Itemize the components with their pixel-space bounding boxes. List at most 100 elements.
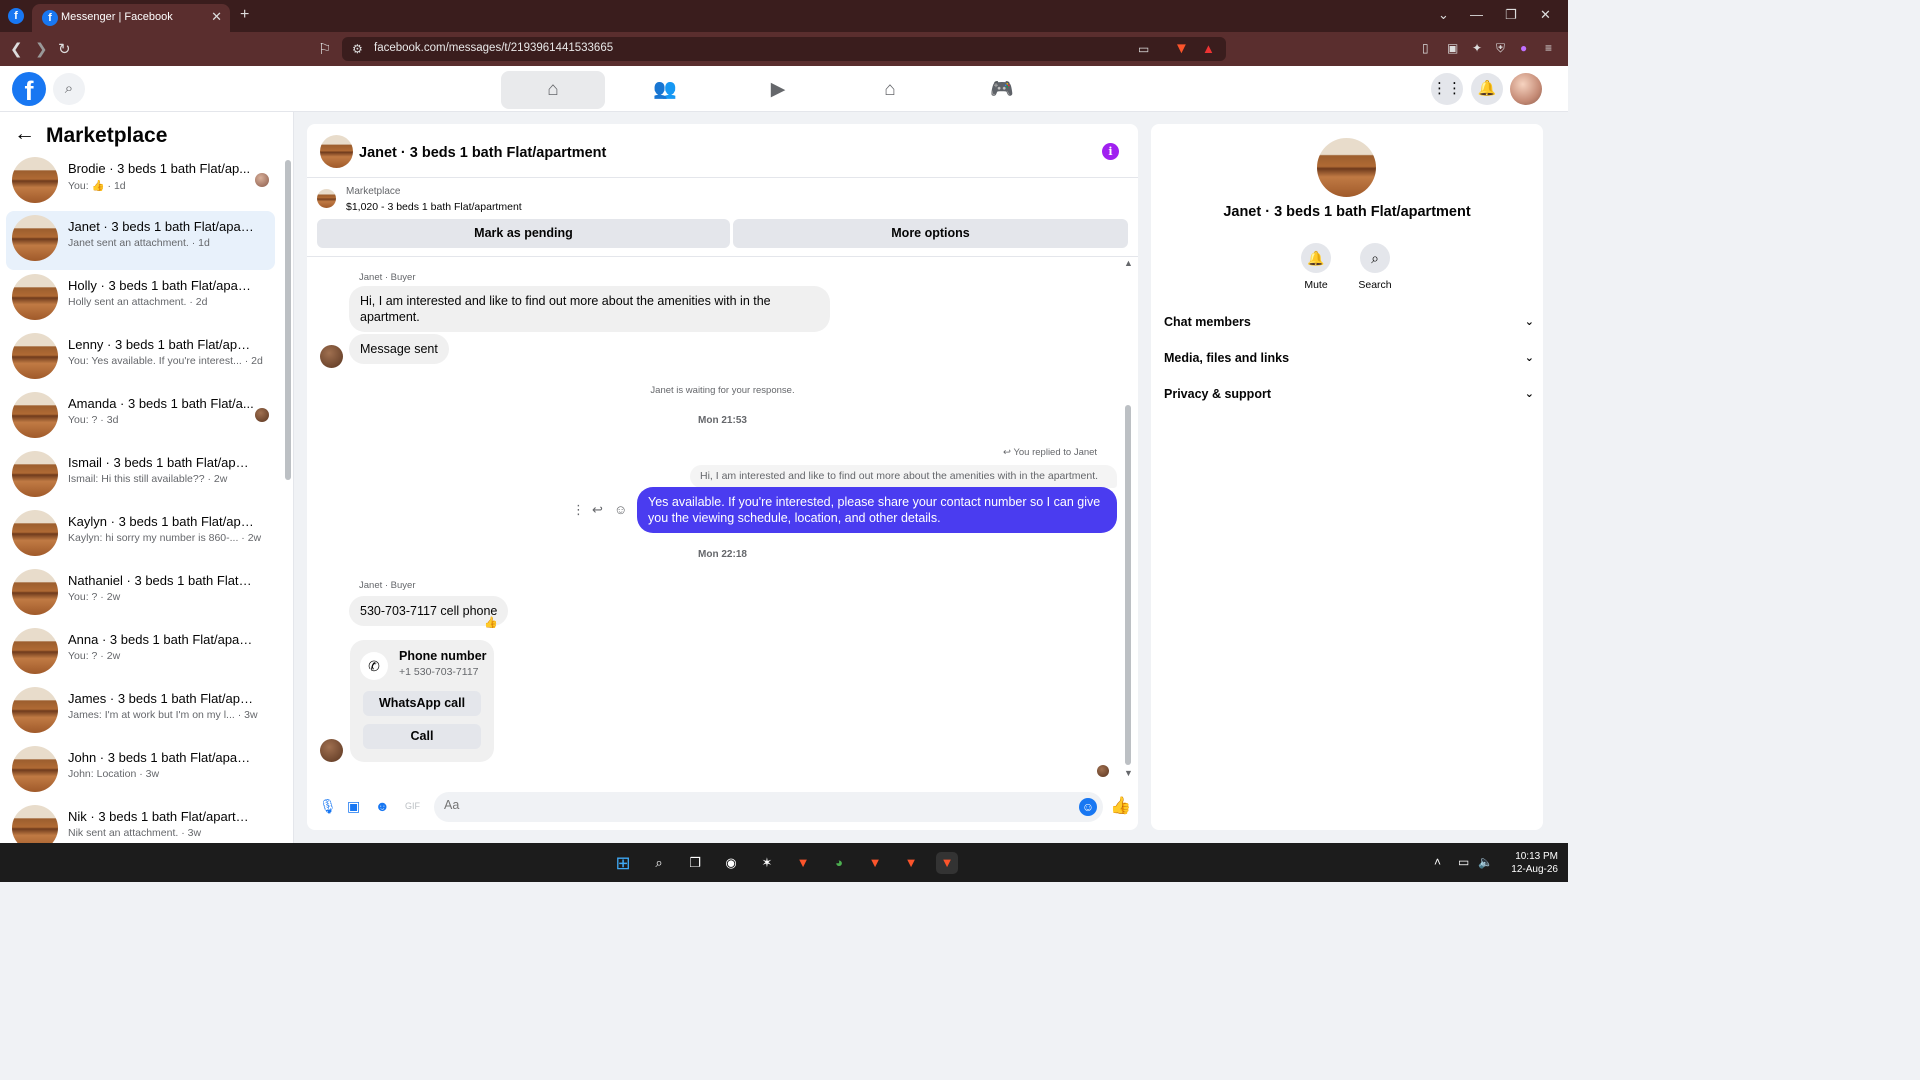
app-icon[interactable]: ✶ [756,852,778,874]
task-view-icon[interactable]: ❐ [684,852,706,874]
chat-title[interactable]: Janet · 3 beds 1 bath Flat/apartment [359,145,606,161]
chrome-icon[interactable]: ◕ [828,852,850,874]
restore-icon[interactable]: ❐ [1505,7,1517,23]
sidebar-scrollbar[interactable] [285,160,291,480]
image-icon[interactable]: ▣ [347,798,360,815]
windows-start-icon[interactable]: ⊞ [612,852,634,874]
call-button[interactable]: Call [363,724,481,749]
close-tab-icon[interactable]: ✕ [211,9,222,25]
thumbs-up-reaction-icon[interactable]: 👍 [484,616,498,629]
leo-ai-icon[interactable]: ✦ [1472,41,1482,55]
search-icon[interactable]: ⌕ [648,852,670,874]
mark-as-pending-button[interactable]: Mark as pending [317,219,730,248]
react-emoji-icon[interactable]: ☺ [614,502,627,517]
site-info-icon[interactable]: ⚙ [352,42,363,56]
brave-icon[interactable]: ▼ [792,852,814,874]
reply-icon[interactable]: ↩ [592,502,603,518]
tray-chevron-icon[interactable]: ˄ [1434,855,1441,869]
message-input[interactable] [444,798,1044,812]
brave-icon[interactable]: ▼ [936,852,958,874]
new-tab-icon[interactable]: + [240,6,249,24]
facebook-favicon-icon[interactable]: f [8,8,24,24]
chat-avatar[interactable] [320,135,353,168]
volume-icon[interactable]: 🔈 [1478,855,1493,869]
app-icon[interactable]: ◉ [720,852,742,874]
conversation-item[interactable]: Nik · 3 beds 1 bath Flat/apartment Nik s… [6,801,275,843]
close-window-icon[interactable]: ✕ [1540,7,1551,23]
whatsapp-call-button[interactable]: WhatsApp call [363,691,481,716]
reload-icon[interactable]: ↻ [58,40,71,58]
menu-grid-icon[interactable]: ⋮⋮ [1431,73,1463,105]
more-options-button[interactable]: More options [733,219,1128,248]
brave-rewards-icon[interactable]: ▲ [1202,41,1215,56]
search-icon[interactable]: ⌕ [53,73,85,105]
notifications-icon[interactable]: 🔔 [1471,73,1503,105]
clock-time[interactable]: 10:13 PM [1504,851,1558,863]
wallet-icon[interactable]: ▣ [1447,41,1458,55]
forward-icon[interactable]: ❯ [35,40,48,58]
browser-tab-active[interactable]: f Messenger | Facebook ✕ [32,4,230,32]
scroll-down-icon[interactable]: ▼ [1124,768,1133,778]
scroll-up-icon[interactable]: ▲ [1124,258,1133,268]
incoming-message[interactable]: Hi, I am interested and like to find out… [349,286,830,332]
conversation-avatar[interactable] [1317,138,1376,197]
brave-icon[interactable]: ▼ [900,852,922,874]
message-composer[interactable]: ☺ [434,792,1103,822]
media-files-links-section[interactable]: Media, files and links ⌄ [1164,351,1534,371]
page-scrollbar[interactable] [1555,66,1568,843]
sticker-icon[interactable]: ☻ [375,798,390,814]
privacy-support-section[interactable]: Privacy & support ⌄ [1164,387,1534,407]
tab-gaming[interactable]: 🎮 [950,71,1054,109]
facebook-logo[interactable]: f [12,72,46,106]
listing-title[interactable]: $1,020 - 3 beds 1 bath Flat/apartment [346,201,522,213]
menu-icon[interactable]: ≡ [1545,41,1552,55]
sidebar-toggle-icon[interactable]: ▯ [1422,41,1429,55]
chat-members-section[interactable]: Chat members ⌄ [1164,315,1534,335]
back-arrow-icon[interactable]: ← [14,122,35,146]
avatar[interactable] [1510,73,1542,105]
more-actions-icon[interactable]: ⋮ [572,502,585,518]
conversation-item[interactable]: Janet · 3 beds 1 bath Flat/apart... Jane… [6,211,275,270]
conversation-item[interactable]: Lenny · 3 beds 1 bath Flat/apart... You:… [6,329,275,388]
conversation-item[interactable]: Kaylyn · 3 beds 1 bath Flat/apart... Kay… [6,506,275,565]
conversation-item[interactable]: Brodie · 3 beds 1 bath Flat/ap... You: 👍… [6,153,275,212]
info-icon[interactable]: i [1102,143,1119,160]
minimize-icon[interactable]: — [1470,7,1483,22]
search-button[interactable]: ⌕ Search [1340,243,1410,291]
tab-marketplace[interactable]: ⌂ [838,71,942,109]
bookmark-icon[interactable]: ⚐ [318,40,331,58]
outgoing-message[interactable]: Yes available. If you're interested, ple… [637,487,1117,533]
conversation-item[interactable]: Amanda · 3 beds 1 bath Flat/a... You: ? … [6,388,275,447]
tab-friends[interactable]: 👥 [613,71,717,109]
network-icon[interactable]: ▭ [1458,855,1469,869]
conversation-item[interactable]: James · 3 beds 1 bath Flat/apart... Jame… [6,683,275,742]
incoming-message[interactable]: Message sent [349,334,449,364]
microphone-icon[interactable]: 🎙 [319,798,337,815]
chat-scrollbar[interactable] [1125,405,1131,765]
vpn-icon[interactable]: ⛨ [1496,41,1505,56]
profile-icon[interactable]: ● [1520,41,1527,55]
conversation-item[interactable]: Nathaniel · 3 beds 1 bath Flat/ap... You… [6,565,275,624]
thumbs-up-icon[interactable]: 👍 [1110,796,1131,816]
conversation-item[interactable]: Anna · 3 beds 1 bath Flat/apart... You: … [6,624,275,683]
listing-thumbnail [12,392,58,438]
url-field[interactable]: ⚙ facebook.com/messages/t/21939614415336… [342,37,1226,61]
conversation-item[interactable]: John · 3 beds 1 bath Flat/apartm... John… [6,742,275,801]
back-icon[interactable]: ❮ [10,40,23,58]
sender-avatar[interactable] [320,739,343,762]
conversation-item[interactable]: Ismail · 3 beds 1 bath Flat/apart... Ism… [6,447,275,506]
conversation-name: James · 3 beds 1 bath Flat/apart... [68,691,254,706]
gif-icon[interactable]: GIF [405,801,420,811]
clock-date[interactable]: 12-Aug-26 [1504,864,1558,875]
conversation-name: Ismail · 3 beds 1 bath Flat/apart... [68,455,254,470]
sender-avatar[interactable] [320,345,343,368]
tab-home[interactable]: ⌂ [501,71,605,109]
tab-video[interactable]: ▶ [726,71,830,109]
conversation-item[interactable]: Holly · 3 beds 1 bath Flat/apart... Holl… [6,270,275,329]
quoted-message[interactable]: Hi, I am interested and like to find out… [690,465,1117,488]
brave-shields-icon[interactable]: ▼ [1174,40,1189,57]
tab-list-icon[interactable]: ⌄ [1438,7,1449,23]
emoji-icon[interactable]: ☺ [1079,798,1097,816]
brave-icon[interactable]: ▼ [864,852,886,874]
cast-icon[interactable]: ▭ [1138,42,1149,56]
